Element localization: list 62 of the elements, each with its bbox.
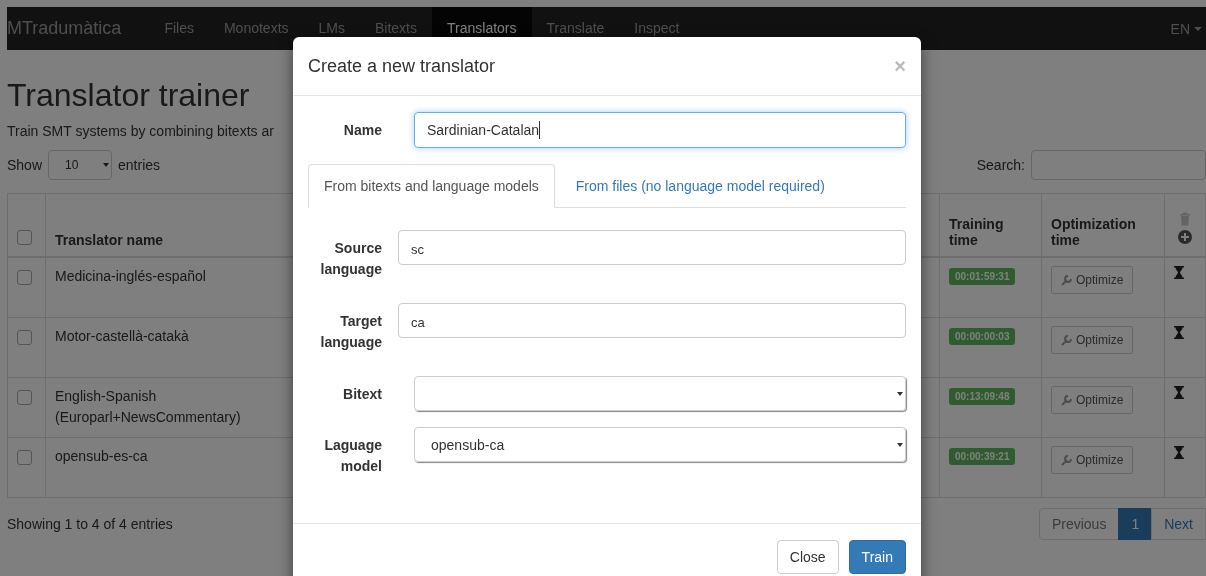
wrench-icon [1061,454,1073,466]
tab[interactable]: From bitexts and language models [308,164,555,208]
optimize-button[interactable]: Optimize [1051,386,1134,414]
field-label: Laguage model [323,436,382,476]
page-title: Translator trainer [7,77,251,113]
text-field[interactable]: ca [398,303,906,338]
wrench-icon [1061,274,1073,286]
show-label: Show [7,157,43,173]
pagination-link[interactable]: 1 [1118,508,1153,540]
caret-icon [897,442,903,447]
text-field[interactable]: sc [398,230,906,265]
page-size-select[interactable]: 10 [48,150,113,180]
field-label: Source language [319,239,382,279]
time-badge: 00:00:39:21 [949,448,1016,465]
train-button[interactable]: Train [848,540,906,574]
plus-circle-icon[interactable] [1178,230,1192,244]
checkbox[interactable] [17,390,32,405]
optimize-button[interactable]: Optimize [1051,446,1134,474]
close-button[interactable]: Close [776,540,839,574]
optimize-button[interactable]: Optimize [1051,326,1134,354]
time-badge: 00:13:09:48 [949,388,1016,405]
pagination-link[interactable]: Previous [1038,508,1120,540]
column-header[interactable]: Translator name [55,232,164,248]
hourglass-icon [1174,446,1184,459]
translator-name: Medicina-inglés-español [55,267,207,286]
search-field[interactable] [1031,150,1206,180]
select-field[interactable]: opensub-ca [414,427,906,462]
checkbox[interactable] [17,330,32,345]
name-field[interactable]: Sardinian-Catalan [414,112,906,148]
select-field[interactable] [414,376,906,411]
pagination-link[interactable]: Next [1151,508,1206,540]
checkbox[interactable] [17,230,32,245]
hourglass-icon [1174,266,1184,279]
wrench-icon [1061,334,1073,346]
close-button[interactable]: × [894,54,906,78]
dialog-title: Create a new translator [308,55,496,77]
tab[interactable]: From files (no language model required) [559,164,841,208]
time-badge: 00:01:59:31 [949,268,1016,285]
entries-info: Showing 1 to 4 of 4 entries [7,516,173,532]
caret-icon [1194,26,1202,31]
search-label: Search: [976,157,1025,173]
optimize-button[interactable]: Optimize [1051,266,1134,294]
translator-name: Motor-castellà-catakà [55,327,190,346]
field-label: Target language [319,312,382,352]
hourglass-icon [1174,386,1184,399]
wrench-icon [1061,394,1073,406]
checkbox[interactable] [17,270,32,285]
brand-link[interactable]: MTradumàtica [7,18,150,39]
language-dropdown[interactable]: EN [1170,20,1206,37]
hourglass-icon [1174,326,1184,339]
translator-name: English-Spanish (Europarl+NewsCommentary) [55,387,242,427]
page-description: Train SMT systems by combining bitexts ar [7,123,274,139]
field-label: Name [342,121,382,140]
translator-name: opensub-es-ca [55,447,149,466]
nav-link[interactable]: Files [149,7,209,50]
entries-label: entries [118,157,161,173]
nav-link[interactable]: Monotexts [208,7,304,50]
time-badge: 00:00:00:03 [949,328,1016,345]
field-label: Bitext [342,385,382,404]
caret-icon [103,163,110,167]
caret-icon [897,391,903,396]
checkbox[interactable] [17,450,32,465]
